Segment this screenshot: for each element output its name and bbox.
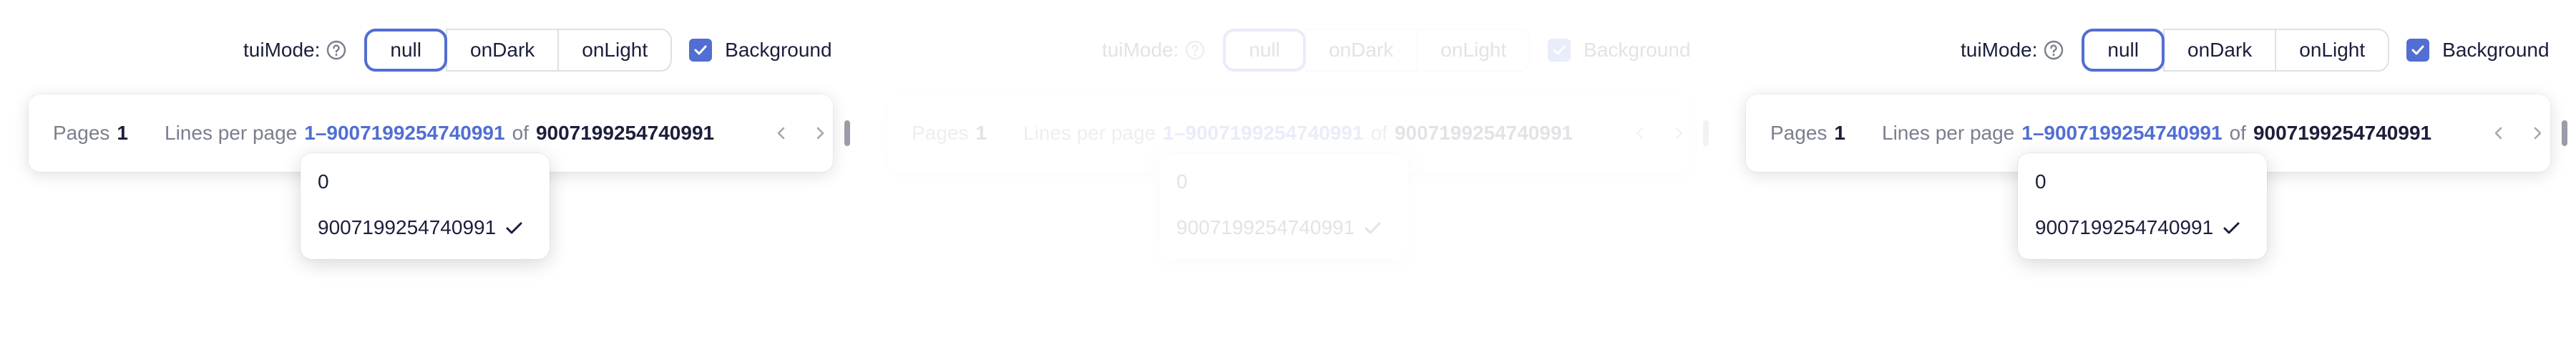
option-label: 0 [318,170,329,193]
option-label: 9007199254740991 [318,216,497,238]
lines-per-page-label: Lines per page [1882,122,2015,144]
scrollbar-thumb[interactable] [2562,120,2567,146]
check-icon [2411,45,2424,55]
mode-onlight-button[interactable]: onLight [2275,29,2390,72]
option-label: 9007199254740991 [1176,216,1355,238]
chevron-left-icon[interactable] [2486,120,2512,146]
pages-indicator: Pages 1 [53,95,128,172]
chevron-right-icon[interactable] [807,120,833,146]
range-select[interactable]: 1–9007199254740991 [304,122,504,145]
dropdown-option[interactable]: 0 [2035,159,2250,205]
check-icon [694,45,707,55]
dropdown-option-selected[interactable]: 9007199254740991 [2035,205,2250,251]
lines-dropdown: 0 9007199254740991 [1159,153,1408,259]
background-checkbox[interactable] [2406,39,2430,62]
mode-ondark-button[interactable]: onDark [446,29,560,72]
lines-per-page-label: Lines per page [1023,122,1156,144]
chevron-left-icon[interactable] [769,120,794,146]
mode-ondark-button[interactable]: onDark [2163,29,2277,72]
option-label: 9007199254740991 [2035,216,2214,238]
scrollbar-thumb[interactable] [1703,120,1709,146]
total-count: 9007199254740991 [535,122,715,144]
background-checkbox[interactable] [1548,39,1571,62]
question-circle-icon[interactable] [326,39,347,61]
range-select[interactable]: 1–9007199254740991 [1163,122,1363,145]
dropdown-option-selected[interactable]: 9007199254740991 [318,205,532,251]
chevron-right-icon[interactable] [2524,120,2550,146]
pages-value[interactable]: 1 [975,122,987,145]
demo-panel-1: tuiMode: null onDark onLight Background … [0,0,859,358]
pages-label: Pages [912,122,969,144]
mode-toolbar: tuiMode: null onDark onLight Background [243,29,832,72]
pages-value[interactable]: 1 [1834,122,1845,145]
background-label: Background [725,39,832,61]
pages-indicator: Pages 1 [1770,95,1845,172]
question-circle-icon[interactable] [1184,39,1206,61]
mode-ondark-button[interactable]: onDark [1304,29,1418,72]
pages-value[interactable]: 1 [117,122,128,145]
chevron-left-icon[interactable] [1627,120,1653,146]
option-label: 0 [1176,170,1188,193]
pages-label: Pages [1770,122,1828,144]
checkmark-icon [1365,222,1381,234]
total-count: 9007199254740991 [2253,122,2432,144]
of-label: of [2229,122,2246,144]
demo-panel-3: tuiMode: null onDark onLight Background … [1717,0,2576,358]
background-toggle[interactable]: Background [2406,39,2550,62]
checkmark-icon [506,222,522,234]
demo-panel-2: tuiMode: null onDark onLight Background … [859,0,1717,358]
tui-mode-label: tuiMode: [1961,39,2038,61]
dropdown-option-selected[interactable]: 9007199254740991 [1176,205,1391,251]
pages-label: Pages [53,122,110,144]
mode-null-button[interactable]: null [1223,29,1306,72]
range-select[interactable]: 1–9007199254740991 [2021,122,2222,145]
lines-per-page-label: Lines per page [165,122,298,144]
chevron-right-icon[interactable] [1666,120,1692,146]
pages-indicator: Pages 1 [912,95,987,172]
background-label: Background [2442,39,2550,61]
mode-toolbar: tuiMode: null onDark onLight Background [1102,29,1691,72]
scrollbar-thumb[interactable] [844,120,850,146]
checkmark-icon [2223,222,2240,234]
background-toggle[interactable]: Background [689,39,832,62]
dropdown-option[interactable]: 0 [318,159,532,205]
lines-dropdown: 0 9007199254740991 [301,153,550,259]
lines-dropdown: 0 9007199254740991 [2018,153,2267,259]
tui-mode-label: tuiMode: [1102,39,1179,61]
background-toggle[interactable]: Background [1548,39,1691,62]
background-checkbox[interactable] [689,39,713,62]
of-label: of [1370,122,1387,144]
mode-toolbar: tuiMode: null onDark onLight Background [1961,29,2550,72]
of-label: of [512,122,529,144]
mode-onlight-button[interactable]: onLight [1416,29,1531,72]
question-circle-icon[interactable] [2043,39,2064,61]
total-count: 9007199254740991 [1394,122,1574,144]
dropdown-option[interactable]: 0 [1176,159,1391,205]
background-label: Background [1584,39,1691,61]
option-label: 0 [2035,170,2046,193]
mode-null-button[interactable]: null [2082,29,2165,72]
mode-onlight-button[interactable]: onLight [557,29,673,72]
mode-null-button[interactable]: null [364,29,447,72]
check-icon [1553,45,1566,55]
tui-mode-label: tuiMode: [243,39,321,61]
